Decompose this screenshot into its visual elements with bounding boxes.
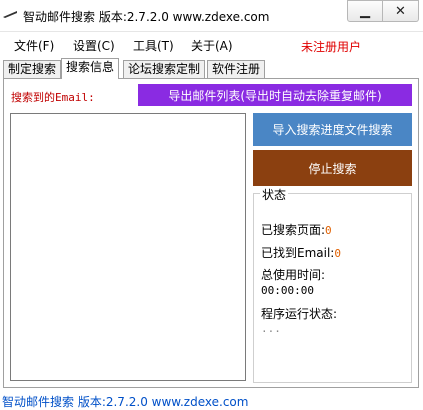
email-list[interactable] <box>10 113 246 381</box>
pages-searched-label: 已搜索页面: <box>261 223 326 237</box>
app-icon <box>3 11 17 18</box>
import-progress-button[interactable]: 导入搜索进度文件搜索 <box>253 113 412 146</box>
title-bar: 智动邮件搜索 版本:2.7.2.0 www.zdexe.com ▁ ✕ <box>0 0 423 32</box>
stop-search-button[interactable]: 停止搜索 <box>253 150 412 186</box>
pages-searched-value: 0 <box>325 224 332 237</box>
run-status-value: ... <box>261 322 281 335</box>
emails-found-value: 0 <box>334 247 341 260</box>
tab-search-setup[interactable]: 制定搜索 <box>3 60 62 78</box>
emails-found-label: 已找到Email: <box>261 246 335 260</box>
minimize-icon: ▁ <box>360 3 370 19</box>
close-icon: ✕ <box>395 3 406 19</box>
tab-registration[interactable]: 软件注册 <box>207 60 266 78</box>
emails-found-row: 已找到Email:0 <box>261 244 341 261</box>
email-list-label: 搜索到的Email: <box>11 91 95 104</box>
status-bar: 智动邮件搜索 版本:2.7.2.0 www.zdexe.com <box>0 391 423 409</box>
tab-forum-search[interactable]: 论坛搜索定制 <box>123 60 206 78</box>
statusbar-text: 智动邮件搜索 版本:2.7.2.0 www.zdexe.com <box>2 395 249 409</box>
total-time-label: 总使用时间: <box>261 268 326 282</box>
menu-about[interactable]: 关于(A) <box>191 37 233 54</box>
export-email-button[interactable]: 导出邮件列表(导出时自动去除重复邮件) <box>138 84 412 106</box>
window-title: 智动邮件搜索 版本:2.7.2.0 www.zdexe.com <box>23 10 270 24</box>
run-status-label: 程序运行状态: <box>261 307 338 321</box>
close-button[interactable]: ✕ <box>383 0 419 22</box>
pages-searched-row: 已搜索页面:0 <box>261 221 332 238</box>
menu-tools[interactable]: 工具(T) <box>133 37 174 54</box>
search-info-panel: 搜索到的Email: 导出邮件列表(导出时自动去除重复邮件) 导入搜索进度文件搜… <box>3 78 419 388</box>
menu-file[interactable]: 文件(F) <box>14 37 54 54</box>
tab-search-info[interactable]: 搜索信息 <box>61 58 120 79</box>
total-time-value: 00:00:00 <box>261 284 314 297</box>
menu-bar: 文件(F) 设置(C) 工具(T) 关于(A) 未注册用户 <box>0 35 423 55</box>
menu-settings[interactable]: 设置(C) <box>73 37 115 54</box>
user-status: 未注册用户 <box>301 40 362 54</box>
status-title: 状态 <box>260 186 289 203</box>
minimize-button[interactable]: ▁ <box>347 0 383 22</box>
status-group: 状态 已搜索页面:0 已找到Email:0 总使用时间: 00:00:00 程序… <box>253 186 412 383</box>
